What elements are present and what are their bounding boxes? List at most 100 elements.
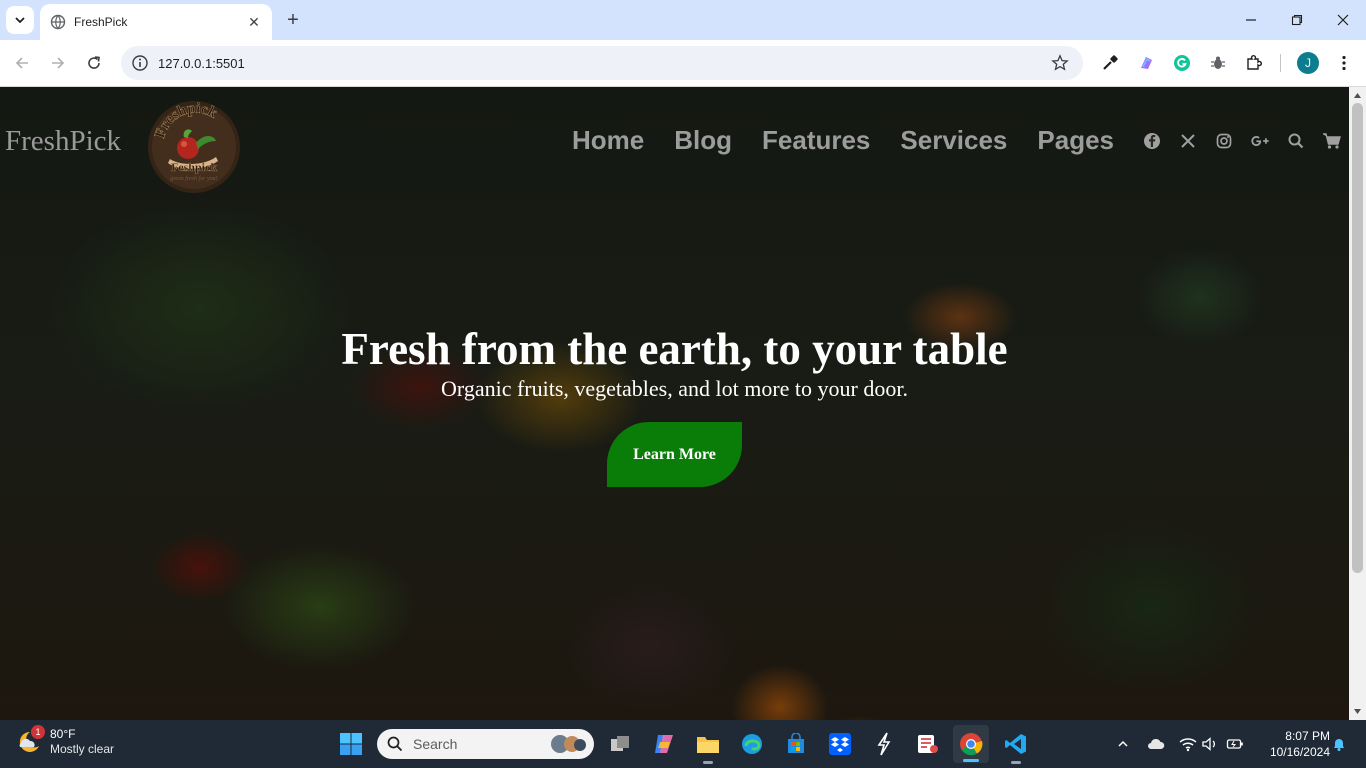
address-bar[interactable]: 127.0.0.1:5501 <box>121 46 1083 80</box>
battery-icon <box>1226 739 1243 749</box>
scrollbar-thumb[interactable] <box>1352 103 1363 573</box>
nav-services[interactable]: Services <box>900 125 1007 156</box>
minimize-icon <box>1246 19 1256 21</box>
edge-button[interactable] <box>738 730 766 758</box>
arrow-left-icon <box>15 57 28 69</box>
color-extension[interactable] <box>1135 52 1157 74</box>
url-text[interactable]: 127.0.0.1:5501 <box>158 56 1051 71</box>
snipping-tool-button[interactable] <box>914 730 942 758</box>
site-brand-text[interactable]: FreshPick <box>5 125 121 158</box>
browser-tab-active[interactable]: FreshPick ✕ <box>40 4 272 40</box>
browser-menu-button[interactable] <box>1333 52 1355 74</box>
nav-features[interactable]: Features <box>762 125 870 156</box>
profile-avatar[interactable]: J <box>1297 52 1319 74</box>
learn-more-button[interactable]: Learn More <box>607 422 742 487</box>
close-window-button[interactable] <box>1320 0 1366 40</box>
windows-start-icon[interactable] <box>339 732 363 756</box>
puzzle-icon <box>1247 55 1262 70</box>
weather-widget[interactable]: 1 80°F Mostly clear <box>14 725 115 757</box>
nav-pages[interactable]: Pages <box>1037 125 1114 156</box>
snipping-tool-icon <box>918 735 938 753</box>
facebook-icon[interactable] <box>1142 131 1162 151</box>
active-indicator <box>963 759 979 762</box>
onedrive-tray-button[interactable] <box>1146 734 1166 754</box>
folder-icon <box>697 737 719 753</box>
cart-icon[interactable] <box>1322 131 1342 151</box>
store-icon <box>788 733 804 753</box>
dropbox-button[interactable] <box>826 730 854 758</box>
task-view-icon <box>611 736 629 751</box>
clock-date: 10/16/2024 <box>1269 745 1330 759</box>
dropbox-icon <box>829 733 851 755</box>
chrome-button[interactable] <box>953 725 989 763</box>
file-explorer-button[interactable] <box>694 730 722 764</box>
bell-icon <box>1334 739 1344 751</box>
vscode-button[interactable] <box>1002 730 1030 764</box>
bookmark-star-icon[interactable] <box>1051 54 1069 72</box>
nav-home[interactable]: Home <box>572 125 644 156</box>
scroll-down-arrow-icon[interactable] <box>1353 707 1362 716</box>
chevron-up-icon <box>1118 740 1128 747</box>
taskbar-search-box[interactable]: Search <box>377 729 594 759</box>
tab-title: FreshPick <box>74 15 128 29</box>
toolbar-divider <box>1280 54 1281 72</box>
forward-button[interactable] <box>46 51 70 75</box>
kebab-menu-icon <box>1342 55 1346 71</box>
cloud-icon <box>1148 738 1165 749</box>
eyedropper-extension[interactable] <box>1099 52 1121 74</box>
eyedropper-icon <box>1103 55 1118 70</box>
scroll-up-arrow-icon[interactable] <box>1353 91 1362 100</box>
reload-icon <box>88 56 100 69</box>
running-indicator <box>1011 761 1021 764</box>
google-plus-icon[interactable] <box>1250 131 1270 151</box>
notifications-button[interactable] <box>1329 734 1349 754</box>
lightning-icon <box>877 732 891 756</box>
hero-title: Fresh from the earth, to your table <box>341 324 1008 374</box>
chevron-down-icon <box>15 17 25 24</box>
weather-temperature: 80°F <box>50 727 76 741</box>
restore-button[interactable] <box>1274 0 1320 40</box>
page-viewport: FreshPick Freshpick Feshpick green fresh… <box>0 87 1349 720</box>
hero-subtitle: Organic fruits, vegetables, and lot more… <box>441 376 908 401</box>
minimize-button[interactable] <box>1228 0 1274 40</box>
nav-icon-group <box>1142 131 1349 151</box>
system-clock[interactable]: 8:07 PM 10/16/2024 <box>1252 728 1330 760</box>
logo-text-bottom: Feshpick <box>171 160 217 174</box>
new-tab-button[interactable]: + <box>282 9 304 31</box>
store-button[interactable] <box>782 730 810 758</box>
page-scrollbar[interactable] <box>1349 87 1366 720</box>
show-hidden-icons-button[interactable] <box>1113 734 1133 754</box>
nav-blog[interactable]: Blog <box>674 125 732 156</box>
site-info-icon[interactable] <box>131 54 149 72</box>
taskbar-search-placeholder: Search <box>413 736 458 752</box>
instagram-icon[interactable] <box>1214 131 1234 151</box>
close-icon <box>1337 14 1349 26</box>
battery-tray-button[interactable] <box>1225 734 1245 754</box>
weather-condition: Mostly clear <box>50 742 115 756</box>
freshpick-logo[interactable]: Freshpick Feshpick green fresh for you! <box>144 97 244 197</box>
bug-icon <box>1211 56 1225 69</box>
x-icon[interactable] <box>1178 131 1198 151</box>
clock-time: 8:07 PM <box>1285 729 1330 743</box>
palette-icon <box>1141 57 1152 69</box>
edge-icon <box>742 734 762 754</box>
copilot-button[interactable] <box>650 730 678 758</box>
tab-search-button[interactable] <box>6 6 34 34</box>
extensions-button[interactable] <box>1243 52 1265 74</box>
bug-extension[interactable] <box>1207 52 1229 74</box>
volume-tray-button[interactable] <box>1200 734 1220 754</box>
tab-close-icon[interactable]: ✕ <box>246 14 262 30</box>
browser-tab-strip: FreshPick ✕ + <box>0 0 1366 40</box>
bolt-app-button[interactable] <box>870 730 898 758</box>
back-button[interactable] <box>10 51 34 75</box>
vscode-icon <box>1005 734 1026 754</box>
wifi-tray-button[interactable] <box>1178 734 1198 754</box>
task-view-button[interactable] <box>606 730 634 758</box>
speaker-icon <box>1202 737 1215 751</box>
grammarly-extension[interactable] <box>1171 52 1193 74</box>
reload-button[interactable] <box>82 51 106 75</box>
running-indicator <box>703 761 713 764</box>
search-icon[interactable] <box>1286 131 1306 151</box>
browser-toolbar: 127.0.0.1:5501 J <box>0 40 1366 87</box>
weather-moon-icon: 1 <box>14 725 45 757</box>
